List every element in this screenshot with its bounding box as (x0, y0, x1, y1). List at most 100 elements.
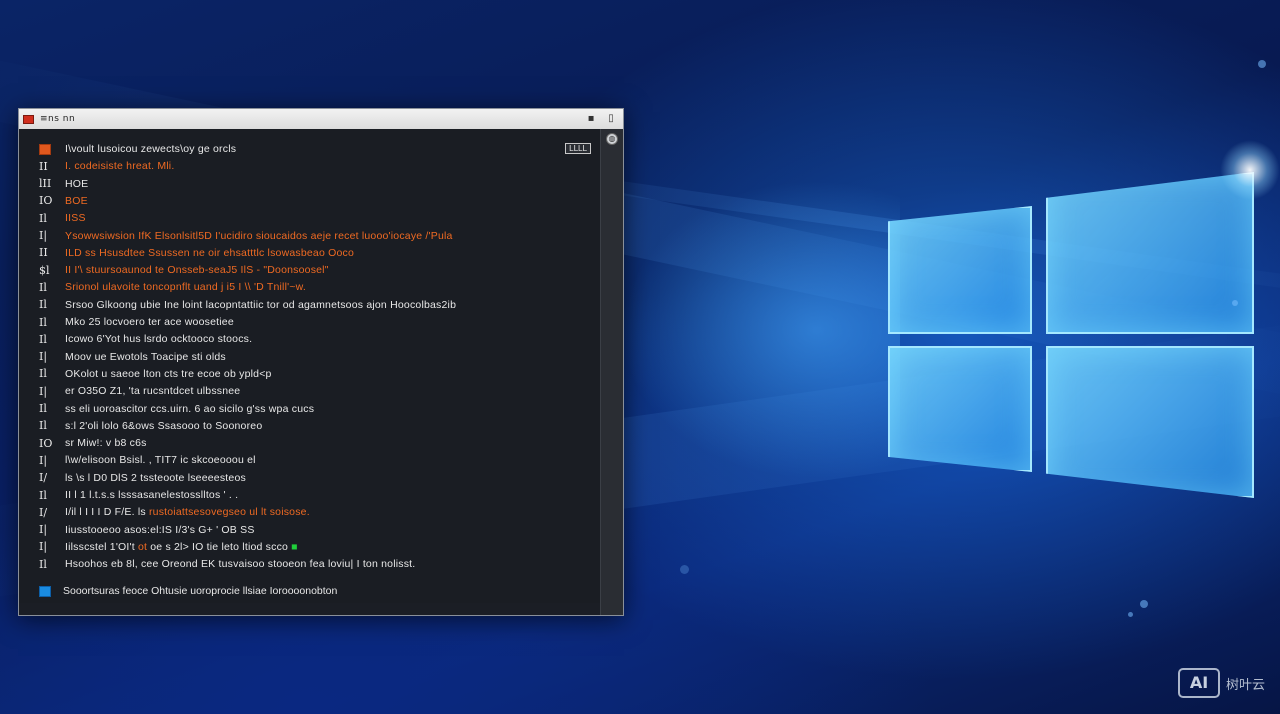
window-title: ≡ns nn (40, 114, 76, 124)
terminal-line: II ILD ss Hsusdtee Ssussen ne oir ehsattt… (39, 245, 354, 261)
bokeh-dot (680, 565, 689, 574)
line-gutter: I| (39, 453, 48, 467)
line-text: I\voult lusoicou zewects\oy ge orcls (65, 143, 237, 155)
scrollbar[interactable]: ◍ (600, 129, 623, 615)
bokeh-dot (1140, 600, 1148, 608)
line-gutter: Il (39, 557, 47, 571)
line-text: Iiusstooeoo asos:el:IS I/3's G+ ' OB SS (65, 523, 255, 536)
terminal-line: I| er O35O Z1, 'ta rucsntdcet ulbssnee (39, 383, 240, 399)
windows-logo-pane (1046, 172, 1254, 334)
terminal-line: I| Iiusstooeoo asos:el:IS I/3's G+ ' OB S… (39, 522, 255, 538)
line-text: l\w/elisoon Bsisl. , TIT7 ic skcoeooou e… (65, 454, 256, 467)
line-text: sr Miw!: v b8 c6s (65, 437, 147, 450)
line-gutter: II (39, 159, 48, 173)
terminal-line: Il IISS (39, 210, 86, 226)
line-text: OKolot u saeoe lton cts tre ecoe ob ypld… (65, 367, 272, 380)
line-gutter: I| (39, 540, 48, 554)
terminal-line: $l II I'\ stuursoaunod te Onsseb-seaJ5 Il… (39, 262, 329, 278)
watermark-text: 树叶云 (1226, 677, 1266, 693)
terminal-line: IO sr Miw!: v b8 c6s (39, 435, 147, 451)
line-gutter: IO (39, 436, 53, 450)
terminal-line: IO BOE (39, 193, 88, 209)
terminal-line: Il II l 1 l.t.s.s lsssasanelestosslltos '… (39, 487, 238, 503)
minimize-button[interactable]: ▪ (583, 111, 599, 127)
line-gutter: Il (39, 332, 47, 346)
line-segment: ot (137, 540, 148, 553)
line-text: ILD ss Hsusdtee Ssussen ne oir ehsatttlc… (65, 246, 355, 259)
line-gutter: I| (39, 384, 48, 398)
line-gutter: I| (39, 350, 48, 364)
line-text: Mko 25 locvoero ter ace woosetiee (65, 316, 234, 328)
line-text: I. codeisiste hreat. Mli. (65, 160, 175, 173)
terminal-line: Il s:l 2'oli lolo 6&ows Ssasooo to Soonor… (39, 418, 262, 434)
line-segment: I/il l I I I D F/E. ls (65, 506, 149, 519)
line-gutter: Il (39, 315, 47, 329)
line-gutter: Il (39, 280, 47, 294)
terminal-line: Il OKolot u saeoe lton cts tre ecoe ob yp… (39, 366, 272, 382)
footer-text: Sooortsuras feoce Ohtusie uoroprocie lls… (63, 585, 338, 597)
terminal-prompt-icon (39, 143, 51, 155)
line-text: Iilsscstel 1'OI't ot oe s 2l> IO tie let… (65, 541, 298, 553)
line-segment: rustoiattsesovegseo ul lt soisose. (148, 506, 310, 519)
bokeh-dot (1232, 300, 1238, 306)
line-text: I/il l I I I D F/E. ls rustoiattsesovegs… (65, 506, 310, 518)
bokeh-dot (1128, 612, 1133, 617)
maximize-button[interactable]: ▯ (603, 111, 619, 127)
line-gutter: II (39, 246, 48, 260)
line-text: II l 1 l.t.s.s lsssasanelestosslltos ' .… (65, 489, 239, 501)
terminal-line: II I. codeisiste hreat. Mli. (39, 158, 174, 174)
terminal-line: I\voult lusoicou zewects\oy ge orcls (39, 141, 236, 157)
bokeh-dot (1258, 60, 1266, 68)
line-gutter: Il (39, 488, 47, 502)
terminal-line: Il Srionol ulavoite toncopnflt uand j i5 … (39, 279, 306, 295)
line-text: II I'\ stuursoaunod te Onsseb-seaJ5 IlS … (65, 264, 329, 277)
line-text: s:l 2'oli lolo 6&ows Ssasooo to Soonoreo (65, 419, 263, 432)
line-text: Hsoohos eb 8l, cee Oreond EK tusvaisoo s… (65, 558, 416, 571)
line-segment: oe s 2l> IO tie leto ltiod scco (147, 540, 292, 553)
terminal-footer: Sooortsuras feoce Ohtusie uoroprocie lls… (39, 585, 337, 597)
watermark: AI 树叶云 (1178, 668, 1265, 698)
line-gutter: IO (39, 194, 53, 208)
watermark-logo: AI (1178, 668, 1220, 698)
terminal-line: lII HOE (39, 176, 88, 192)
terminal-line: I/I/il l I I I D F/E. ls rustoiattsesove… (39, 504, 310, 520)
line-text: Moov ue Ewotols Toacipe sti olds (65, 350, 226, 363)
line-gutter: I/ (39, 471, 48, 485)
title-bar[interactable]: ≡ns nn ▪ ▯ (19, 109, 623, 129)
line-text: Srionol ulavoite toncopnflt uand j i5 I … (65, 281, 306, 294)
line-segment: Iilsscstel 1'OI't (65, 540, 138, 553)
terminal-line: I| l\w/elisoon Bsisl. , TIT7 ic skcoeooou… (39, 452, 256, 468)
line-text: ss eli uoroascitor ccs.uirn. 6 ao sicilo… (65, 402, 315, 415)
line-gutter: Il (39, 211, 47, 225)
terminal-line: Il Mko 25 locvoero ter ace woosetiee (39, 314, 234, 330)
line-gutter: Il (39, 402, 47, 415)
line-text: HOE (65, 177, 89, 190)
line-gutter: I| (39, 523, 48, 537)
line-text: Srsoo Glkoong ubie Ine loint lacopntatti… (65, 298, 457, 311)
scroll-thumb[interactable]: ◍ (606, 133, 618, 145)
line-text: IISS (65, 212, 86, 225)
terminal-line: I| Moov ue Ewotols Toacipe sti olds (39, 349, 226, 365)
status-indicator: ■ (291, 540, 298, 553)
terminal-app-icon (23, 114, 34, 124)
terminal-window[interactable]: ≡ns nn ▪ ▯ ◍ LLLL Sooortsuras feoce Ohtu… (18, 108, 624, 616)
terminal-line: I/ls \s l D0 DlS 2 tssteoote lseeeesteos (39, 470, 246, 486)
line-gutter: Il (39, 367, 47, 381)
windows-logo-pane (888, 346, 1032, 472)
terminal-line: I| Ysowwsiwsion IfK Elsonlsitl5D I'ucidir… (39, 228, 453, 244)
windows-logo-pane (1046, 346, 1254, 498)
line-gutter: I/ (39, 505, 48, 519)
footer-icon (39, 585, 51, 597)
line-text: BOE (65, 194, 88, 207)
line-gutter: I| (39, 229, 48, 242)
line-gutter: lII (39, 177, 52, 191)
line-gutter: Il (39, 298, 47, 312)
light-flare (1220, 140, 1280, 200)
line-text: Ysowwsiwsion IfK Elsonlsitl5D I'ucidiro … (65, 229, 453, 242)
terminal-line: Il Hsoohos eb 8l, cee Oreond EK tusvaisoo… (39, 556, 415, 572)
line-gutter: $l (39, 263, 50, 277)
line-gutter: Il (39, 419, 47, 433)
line-text: ls \s l D0 DlS 2 tssteoote lseeeesteos (65, 471, 246, 484)
line-text: Icowo 6'Yot hus lsrdo ocktooco stoocs. (65, 333, 253, 346)
terminal-line: I| Iilsscstel 1'OI't ot oe s 2l> IO tie l… (39, 539, 298, 555)
